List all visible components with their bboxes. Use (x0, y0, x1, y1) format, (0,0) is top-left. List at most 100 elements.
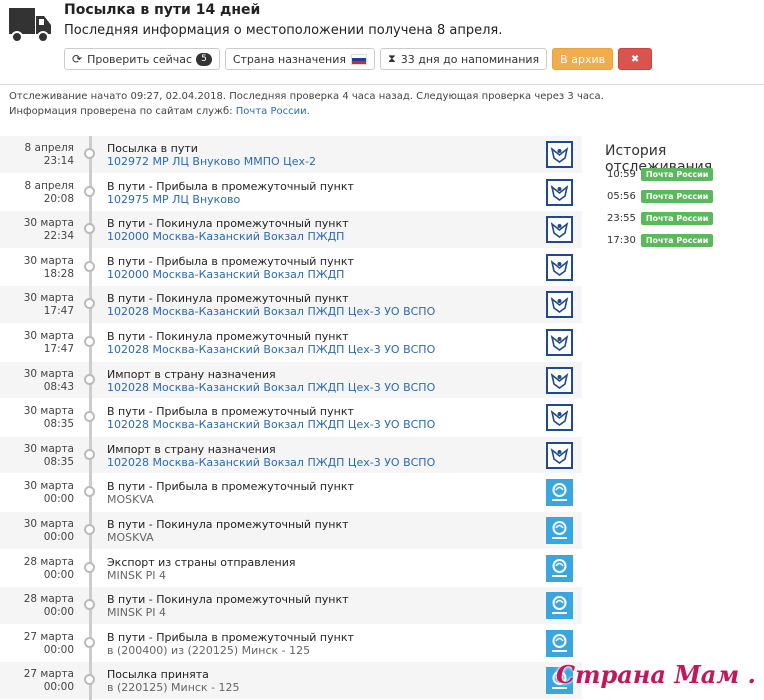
action-toolbar: ⟳ Проверить сейчас 5 Страна назначения ⧗… (64, 48, 653, 70)
close-icon: ✖ (630, 53, 640, 65)
russian-post-logo-icon (546, 141, 573, 168)
event-date: 8 апреля 20:08 (0, 180, 74, 206)
event-day: 30 марта (23, 292, 74, 305)
event-details: В пути - Прибыла в промежуточный пункт MO… (107, 480, 354, 506)
belpost-logo-icon (546, 629, 573, 657)
history-time: 23:55 (607, 213, 636, 224)
history-service-tag: Почта России (640, 234, 714, 247)
timeline-dot (84, 148, 95, 159)
history-item: 17:30 Почта России (607, 234, 714, 247)
history-time: 05:56 (607, 191, 636, 202)
event-location[interactable]: 102000 Москва-Казанский Вокзал ПЖДП (107, 268, 354, 281)
event-details: В пути - Прибыла в промежуточный пункт в … (107, 631, 354, 657)
event-status: В пути - Прибыла в промежуточный пункт (107, 254, 354, 268)
event-details: В пути - Покинула промежуточный пункт MIN… (107, 593, 349, 619)
event-location[interactable]: 102972 МР ЛЦ Внуково ММПО Цех-2 (107, 155, 316, 168)
event-time: 00:00 (43, 530, 74, 543)
event-day: 27 марта (23, 630, 74, 643)
event-location[interactable]: 102028 Москва-Казанский Вокзал ПЖДП Цех-… (107, 456, 435, 469)
timeline-row: 30 марта 18:28 В пути - Прибыла в промежут… (0, 249, 582, 287)
russia-flag-icon (351, 53, 367, 65)
timeline-row: 30 марта 08:35 Импорт в страну назначения 1… (0, 436, 582, 475)
destination-label: Страна назначения (232, 52, 346, 66)
timeline-row: 30 марта 17:47 В пути - Покинула промежуто… (0, 324, 582, 362)
event-details: В пути - Покинула промежуточный пункт 102… (107, 330, 435, 356)
delete-button[interactable]: ✖ (618, 48, 653, 70)
event-date: 30 марта 18:28 (0, 255, 74, 281)
event-time: 08:35 (43, 455, 74, 468)
event-status: Импорт в страну назначения (107, 367, 276, 381)
page-title: Посылка в пути 14 дней (64, 2, 261, 18)
tracking-info-suffix: . (306, 106, 310, 117)
event-date: 30 марта 08:35 (0, 443, 74, 469)
event-location[interactable]: 102028 Москва-Казанский Вокзал ПЖДП Цех-… (107, 343, 435, 356)
event-time: 23:14 (43, 155, 74, 167)
event-status: В пути - Покинула промежуточный пункт (107, 593, 349, 607)
hourglass-icon: ⧗ (388, 52, 396, 65)
event-details: Экспорт из страны отправления MINSK PI 4 (107, 556, 296, 582)
belpost-logo-icon (546, 592, 573, 620)
event-details: В пути - Покинула промежуточный пункт 102… (107, 217, 349, 243)
russian-post-link[interactable]: Почта России (236, 106, 307, 117)
event-details: В пути - Прибыла в промежуточный пункт 10… (107, 405, 435, 431)
tracking-info-line1: Отслеживание начато 09:27, 02.04.2018. П… (9, 91, 604, 102)
event-location[interactable]: 102028 Москва-Казанский Вокзал ПЖДП Цех-… (107, 418, 435, 431)
event-day: 30 марта (23, 254, 74, 267)
timeline-row: 8 апреля 23:14 Посылка в пути 102972 МР ЛЦ … (0, 136, 582, 174)
event-status: В пути - Покинула промежуточный пункт (107, 517, 349, 531)
event-location[interactable]: 102028 Москва-Казанский Вокзал ПЖДП Цех-… (107, 381, 435, 394)
event-date: 30 марта 22:34 (0, 217, 74, 243)
timeline-dot (84, 561, 95, 573)
belpost-logo-icon (546, 516, 573, 544)
archive-button[interactable]: В архив (552, 48, 614, 70)
event-time: 17:47 (43, 342, 74, 355)
event-date: 27 марта 00:00 (0, 668, 74, 694)
event-status: Посылка принята (107, 668, 209, 682)
history-service-tag: Почта России (640, 168, 714, 181)
event-location: MOSKVA (107, 530, 154, 544)
belpost-logo-icon (546, 479, 573, 507)
event-time: 17:47 (43, 305, 74, 318)
timeline-dot (84, 373, 95, 385)
timeline-row: 30 марта 17:47 В пути - Покинула промежуто… (0, 286, 582, 324)
truck-icon (9, 8, 51, 43)
history-item: 05:56 Почта России (607, 190, 714, 203)
event-location[interactable]: 102000 Москва-Казанский Вокзал ПЖДП (107, 230, 349, 243)
tracking-info-line2: Информация проверена по сайтам служб: По… (9, 104, 604, 119)
event-details: Импорт в страну назначения 102028 Москва-… (107, 368, 435, 394)
event-date: 30 марта 08:35 (0, 405, 74, 431)
reminder-button[interactable]: ⧗ 33 дня до напоминания (380, 48, 548, 70)
destination-country-button[interactable]: Страна назначения (224, 48, 375, 70)
event-time: 18:28 (43, 267, 74, 280)
event-day: 8 апреля (24, 179, 74, 192)
event-location[interactable]: 102975 МР ЛЦ Внуково (107, 193, 354, 206)
history-item: 10:59 Почта России (607, 168, 714, 181)
check-now-button[interactable]: ⟳ Проверить сейчас 5 (64, 48, 220, 70)
event-location[interactable]: 102028 Москва-Казанский Вокзал ПЖДП Цех-… (107, 305, 435, 318)
watermark-logo: Страна Мам . ру (556, 660, 764, 689)
event-day: 8 апреля (24, 142, 74, 154)
belpost-logo-icon (546, 554, 573, 582)
event-details: В пути - Прибыла в промежуточный пункт 10… (107, 255, 354, 281)
event-day: 30 марта (23, 217, 74, 230)
timeline-row: 28 марта 00:00 Экспорт из страны отправлен… (0, 550, 582, 588)
event-date: 30 марта 00:00 (0, 518, 74, 544)
event-day: 30 марта (23, 480, 74, 493)
reminder-label: 33 дня до напоминания (400, 52, 540, 66)
timeline-dot (84, 260, 95, 272)
event-day: 30 марта (23, 517, 74, 530)
event-details: В пути - Покинула промежуточный пункт MOS… (107, 518, 349, 544)
event-time: 08:43 (43, 380, 74, 393)
event-location: MOSKVA (107, 493, 154, 507)
timeline-row: 30 марта 22:34 В пути - Покинула промежуто… (0, 211, 582, 249)
event-date: 30 марта 08:43 (0, 368, 74, 394)
event-status: В пути - Прибыла в промежуточный пункт (107, 480, 354, 494)
event-status: В пути - Прибыла в промежуточный пункт (107, 405, 354, 419)
event-location: MINSK PI 4 (107, 606, 167, 620)
event-status: Посылка в пути (107, 142, 198, 155)
history-time: 10:59 (607, 169, 636, 180)
russian-post-logo-icon (546, 404, 573, 432)
russian-post-logo-icon (546, 291, 573, 319)
timeline-dot (84, 335, 95, 347)
event-day: 30 марта (23, 329, 74, 342)
